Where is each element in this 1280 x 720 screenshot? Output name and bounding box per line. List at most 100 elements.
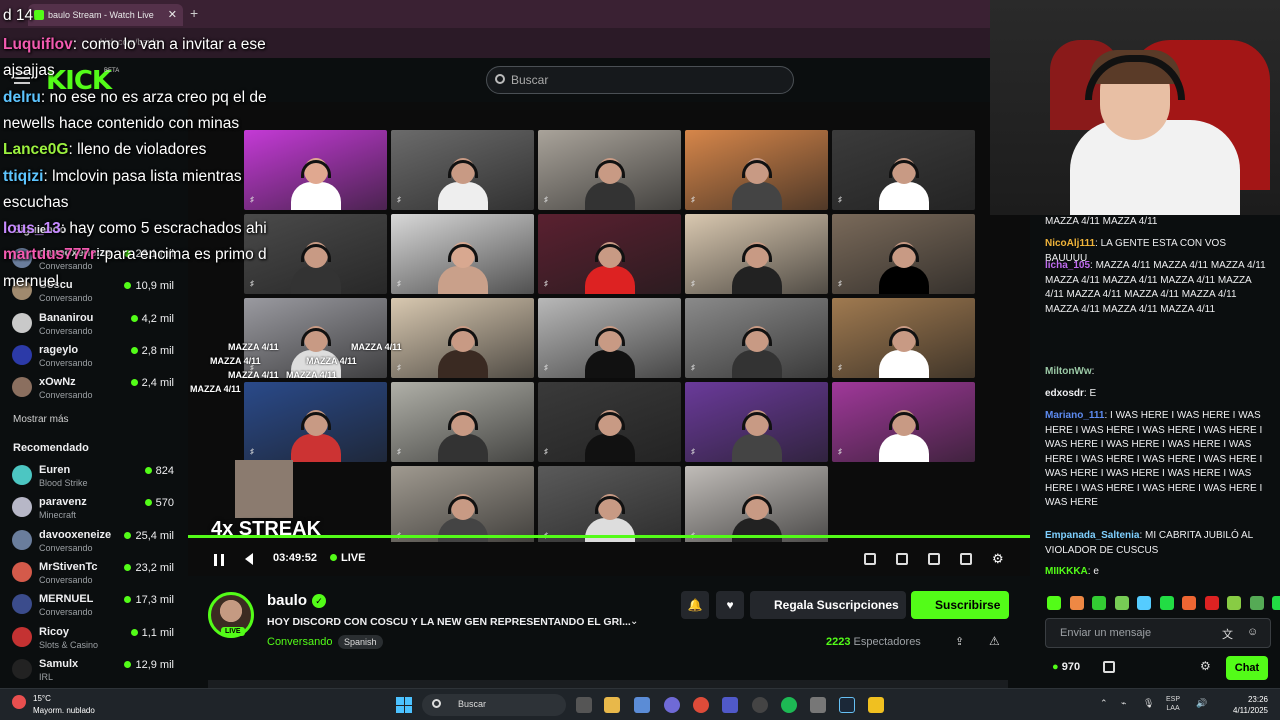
kick-logo[interactable]: KICK (46, 66, 112, 96)
emote-icon[interactable] (1047, 596, 1061, 610)
chat-settings-gear-icon[interactable]: ⚙ (1200, 659, 1211, 673)
discord-icon[interactable] (664, 697, 680, 713)
keyboard-language[interactable]: ESP LAA (1166, 695, 1180, 713)
fullscreen-icon[interactable] (960, 553, 972, 565)
mazza-overlay-label: MAZZA 4/11 (286, 370, 337, 380)
participant-video-tile: ♯ (244, 382, 387, 462)
small-cam-overlay (235, 460, 293, 518)
menu-icon[interactable] (14, 72, 30, 84)
emote-icon[interactable] (1092, 596, 1106, 610)
emote-icon[interactable] (1137, 596, 1151, 610)
settings-gear-icon[interactable]: ⚙ (992, 551, 1004, 567)
store-icon[interactable] (1103, 661, 1115, 673)
sidebar-channel-recommended[interactable]: paravenz Minecraft 570 (12, 495, 178, 525)
participant-video-tile: ♯ (685, 130, 828, 210)
chat-send-button[interactable]: Chat (1226, 656, 1268, 680)
mazza-overlay-label: MAZZA 4/11 (306, 356, 357, 366)
sidebar-channel-recommended[interactable]: Euren Blood Strike 824 (12, 463, 178, 493)
gift-subs-button[interactable]: Regala Suscripciones (750, 591, 906, 619)
sidebar-channel-recommended[interactable]: Ricoy Slots & Casino 1,1 mil (12, 625, 178, 655)
participant-video-tile: ♯ (244, 298, 387, 378)
app-icon[interactable] (868, 697, 884, 713)
mic-icon[interactable]: 🎙 (1143, 698, 1154, 709)
emote-icon[interactable] (1272, 596, 1280, 610)
sidebar-channel-following[interactable]: Coscu Conversando 10,9 mil (12, 278, 178, 308)
clock[interactable]: 23:26 4/11/2025 (1220, 694, 1268, 716)
participant-video-tile: ♯ (832, 382, 975, 462)
task-view-icon[interactable] (576, 697, 592, 713)
sidebar-channel-following[interactable]: rageylo Conversando 2,8 mil (12, 343, 178, 373)
search-input[interactable]: Buscar (486, 66, 794, 94)
channel-points[interactable]: ● 970 (1052, 661, 1080, 673)
chat-username[interactable]: MiltonWw (1045, 366, 1092, 377)
participant-video-tile: ♯ (538, 466, 681, 542)
notification-bell-button[interactable]: 🔔 (681, 591, 709, 619)
sidebar-channel-recommended[interactable]: MERNUEL Conversando 17,3 mil (12, 592, 178, 622)
taskbar-search[interactable]: Buscar (422, 694, 566, 716)
obs-icon[interactable] (752, 697, 768, 713)
emote-quick-row[interactable] (1047, 596, 1280, 612)
settings-app-icon[interactable] (810, 697, 826, 713)
emote-icon[interactable] (1182, 596, 1196, 610)
sidebar-channel-recommended[interactable]: MrStivenTc Conversando 23,2 mil (12, 560, 178, 590)
stream-category[interactable]: Conversando (267, 636, 332, 648)
emote-icon[interactable] (1204, 596, 1219, 610)
chat-username[interactable]: licha_105 (1045, 260, 1090, 271)
emote-icon[interactable] (1114, 596, 1129, 610)
weather-icon[interactable] (12, 695, 26, 709)
new-tab-button[interactable]: + (190, 5, 198, 21)
theater-mode-icon[interactable] (928, 553, 940, 565)
chat-username[interactable]: Empanada_Saltenia (1045, 530, 1139, 541)
windows-start-icon[interactable] (396, 697, 412, 713)
chat-input-placeholder: Enviar un mensaje (1060, 627, 1152, 639)
sidebar-channel-following[interactable]: xOwNz Conversando 2,4 mil (12, 375, 178, 405)
network-icon[interactable]: ⌁ (1121, 698, 1126, 709)
emote-icon[interactable] (1069, 596, 1084, 610)
participant-video-tile: ♯ (538, 382, 681, 462)
volume-icon[interactable] (245, 553, 253, 565)
url-field[interactable]: kick.com/baulo (90, 34, 390, 52)
emote-icon[interactable] (1159, 596, 1174, 610)
spotify-icon[interactable] (781, 697, 797, 713)
mic-muted-icon: ♯ (544, 363, 548, 372)
chat-username[interactable]: NicoAlj111 (1045, 238, 1095, 249)
language-tag[interactable]: Spanish (338, 635, 383, 649)
chat-input[interactable]: Enviar un mensaje 文 ☺ (1045, 618, 1271, 648)
follow-heart-button[interactable]: ♥ (716, 591, 744, 619)
volume-tray-icon[interactable]: 🔊 (1196, 698, 1207, 709)
chat-message: Mariano_111: I WAS HERE I WAS HERE I WAS… (1045, 409, 1270, 511)
subscribe-button[interactable]: Suscribirse (911, 591, 1009, 619)
channel-name[interactable]: baulo (267, 592, 307, 609)
teams-icon[interactable] (722, 697, 738, 713)
browser-tab[interactable]: baulo Stream - Watch Live ✕ (28, 4, 183, 26)
show-more-link[interactable]: Mostrar más (13, 414, 69, 425)
emoji-icon[interactable]: ☺ (1247, 626, 1258, 638)
report-icon[interactable]: ⚠ (989, 634, 1000, 648)
emote-icon[interactable] (1227, 596, 1241, 610)
video-player[interactable]: ♯♯♯♯♯♯♯♯♯♯♯♯♯♯♯♯♯♯♯♯♯♯♯ MAZZA 4/11MAZZA … (188, 102, 1030, 542)
sidebar-viewer-count: 25,4 mil (124, 530, 174, 542)
sidebar-channel-following[interactable]: Bananirou Conversando 4,2 mil (12, 311, 178, 341)
emote-icon[interactable] (1249, 596, 1264, 610)
steam-icon[interactable] (839, 697, 855, 713)
pip-icon[interactable] (864, 553, 876, 565)
store-app-icon[interactable] (634, 697, 650, 713)
pause-icon[interactable] (214, 554, 224, 566)
progress-bar[interactable] (188, 535, 1030, 538)
sidebar-channel-following[interactable]: davooxeneize Conversando 26,1 mil (12, 246, 178, 276)
chat-username[interactable]: Mariano_111 (1045, 410, 1104, 421)
chrome-icon[interactable] (693, 697, 709, 713)
clip-icon[interactable] (896, 553, 908, 565)
chat-username[interactable]: MIIKKKA (1045, 566, 1088, 577)
tray-chevron-icon[interactable]: ⌃ (1100, 698, 1108, 709)
chat-username[interactable]: edxosdr (1045, 388, 1084, 399)
file-explorer-icon[interactable] (604, 697, 620, 713)
sidebar-channel-recommended[interactable]: davooxeneize Conversando 25,4 mil (12, 528, 178, 558)
mic-muted-icon: ♯ (397, 195, 401, 204)
sidebar-channel-recommended[interactable]: Samulx IRL 12,9 mil (12, 657, 178, 687)
chevron-down-icon[interactable]: ⌄ (630, 616, 638, 627)
close-tab-icon[interactable]: ✕ (168, 8, 177, 21)
share-icon[interactable]: ⇪ (955, 635, 964, 648)
translate-icon[interactable]: 文 (1222, 626, 1233, 642)
chat-message-text: : e (1087, 566, 1099, 577)
